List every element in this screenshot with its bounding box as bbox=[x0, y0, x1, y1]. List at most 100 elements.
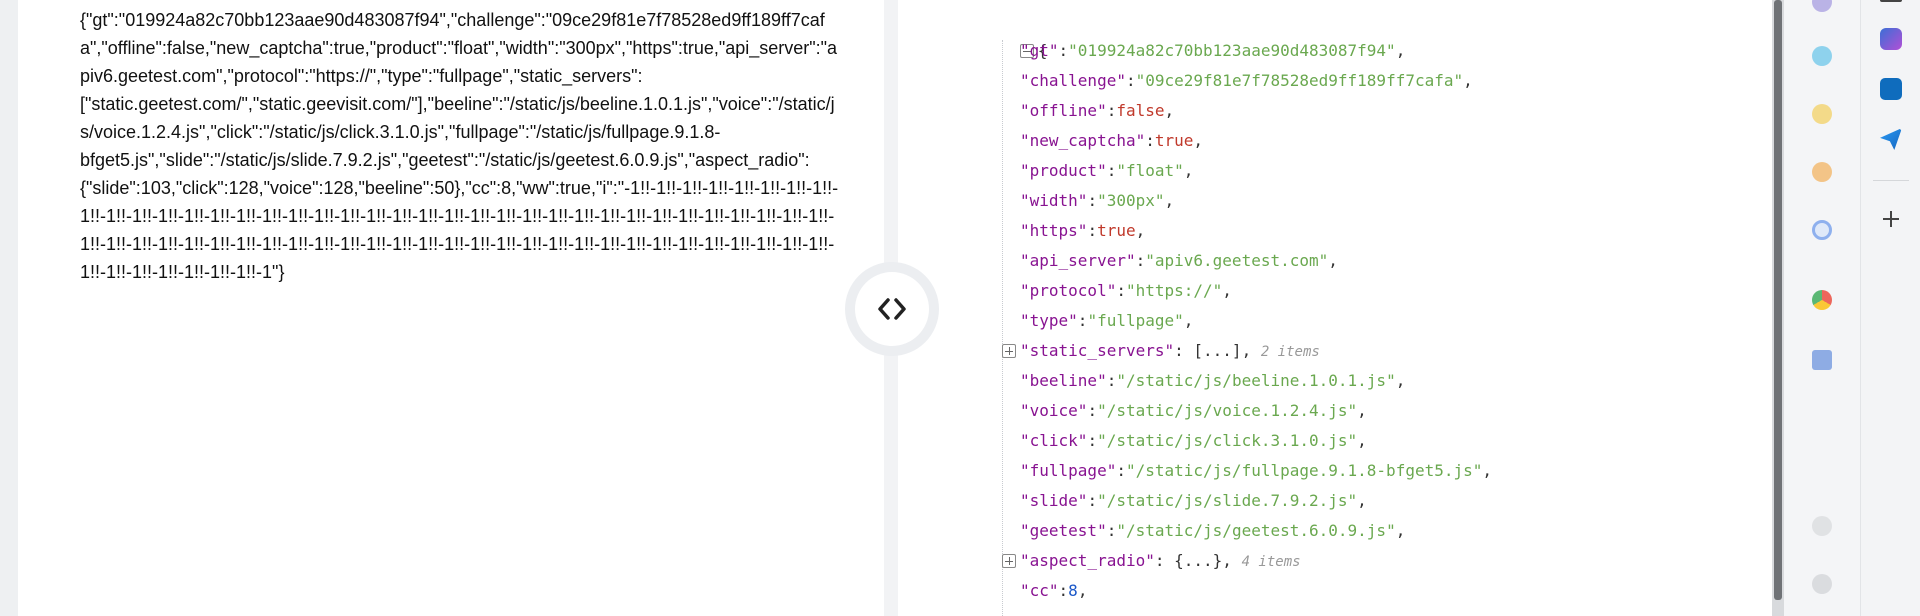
add-icon[interactable] bbox=[1880, 208, 1902, 230]
tree-row[interactable]: "type":"fullpage", bbox=[980, 306, 1492, 336]
tree-value: "/static/js/geetest.6.0.9.js" bbox=[1116, 521, 1396, 540]
comma: , bbox=[1357, 491, 1367, 510]
tree-value: true bbox=[1154, 131, 1194, 150]
item-count: 4 items bbox=[1241, 554, 1301, 570]
colon: : bbox=[1106, 161, 1117, 180]
comma: , bbox=[1135, 221, 1146, 240]
copilot-icon[interactable] bbox=[1880, 28, 1902, 50]
tree-key: "protocol" bbox=[1020, 281, 1117, 300]
tree-value: "fullpage" bbox=[1087, 311, 1184, 330]
comma: , bbox=[1463, 71, 1473, 90]
tree-row[interactable]: "protocol":"https://", bbox=[980, 276, 1492, 306]
comma: , bbox=[1164, 191, 1175, 210]
tree-key: "cc" bbox=[1020, 581, 1059, 600]
expand-icon[interactable] bbox=[1002, 554, 1016, 568]
tree-row[interactable]: "slide":"/static/js/slide.7.9.2.js", bbox=[980, 486, 1492, 516]
comma: , bbox=[1222, 551, 1242, 570]
json-tree-panel[interactable]: { "gt":"019924a82c70bb123aae90d483087f94… bbox=[898, 0, 1772, 616]
raw-json-panel[interactable]: {"gt":"019924a82c70bb123aae90d483087f94"… bbox=[18, 0, 884, 616]
colon: : bbox=[1087, 401, 1098, 420]
tree-row[interactable]: "voice":"/static/js/voice.1.2.4.js", bbox=[980, 396, 1492, 426]
comma: , bbox=[1077, 581, 1088, 600]
tree-value: "019924a82c70bb123aae90d483087f94" bbox=[1068, 41, 1396, 60]
tree-row[interactable]: "cc":8, bbox=[980, 576, 1492, 606]
colon: : bbox=[1058, 581, 1069, 600]
collapsed-value[interactable]: [...] bbox=[1193, 341, 1241, 360]
scrollbar-thumb[interactable] bbox=[1774, 0, 1782, 600]
colon: : bbox=[1145, 131, 1155, 150]
menu-icon[interactable] bbox=[1880, 0, 1902, 2]
graduation-icon[interactable] bbox=[1812, 350, 1832, 370]
comma: , bbox=[1357, 401, 1367, 420]
tree-value: "/static/js/beeline.1.0.1.js" bbox=[1116, 371, 1396, 390]
tree-root-row[interactable]: { bbox=[980, 6, 1492, 60]
extension-icon-5[interactable] bbox=[1812, 220, 1832, 240]
sidebar-divider bbox=[1873, 180, 1909, 181]
tree-key: "geetest" bbox=[1020, 521, 1107, 540]
tree-row[interactable]: "beeline":"/static/js/beeline.1.0.1.js", bbox=[980, 366, 1492, 396]
collapsed-value[interactable]: {...} bbox=[1174, 551, 1222, 570]
tree-row[interactable]: "static_servers": [...], 2 items bbox=[980, 336, 1492, 366]
colon: : bbox=[1116, 461, 1126, 480]
tree-value: false bbox=[1116, 101, 1165, 120]
tree-key: "https" bbox=[1020, 221, 1088, 240]
expand-icon[interactable] bbox=[1002, 344, 1016, 358]
tree-row[interactable]: "aspect_radio": {...}, 4 items bbox=[980, 546, 1492, 576]
colon: : bbox=[1087, 221, 1098, 240]
colon: : bbox=[1106, 521, 1117, 540]
tree-key: "fullpage" bbox=[1020, 461, 1117, 480]
vertical-scrollbar[interactable] bbox=[1772, 0, 1784, 616]
send-icon[interactable] bbox=[1880, 128, 1902, 150]
tree-row[interactable]: "offline":false, bbox=[980, 96, 1492, 126]
tree-row[interactable]: "product":"float", bbox=[980, 156, 1492, 186]
extension-icon-2[interactable] bbox=[1812, 46, 1832, 66]
colon: : bbox=[1077, 311, 1088, 330]
comma: , bbox=[1357, 431, 1367, 450]
tree-row[interactable]: "geetest":"/static/js/geetest.6.0.9.js", bbox=[980, 516, 1492, 546]
extension-icon-4[interactable] bbox=[1812, 162, 1832, 182]
raw-json-text[interactable]: {"gt":"019924a82c70bb123aae90d483087f94"… bbox=[80, 6, 840, 286]
tree-value: "/static/js/slide.7.9.2.js" bbox=[1097, 491, 1358, 510]
tree-value: 8 bbox=[1068, 581, 1078, 600]
extension-column bbox=[1784, 0, 1860, 616]
colon: : bbox=[1087, 491, 1098, 510]
tree-row[interactable]: "challenge":"09ce29f81e7f78528ed9ff189ff… bbox=[980, 66, 1492, 96]
tree-key: "product" bbox=[1020, 161, 1107, 180]
comma: , bbox=[1395, 371, 1406, 390]
extension-icon-1[interactable] bbox=[1812, 0, 1832, 12]
colon: : bbox=[1154, 551, 1175, 570]
tree-row[interactable]: "https":true, bbox=[980, 216, 1492, 246]
tree-key: "gt" bbox=[1020, 41, 1059, 60]
colon: : bbox=[1125, 71, 1136, 90]
outlook-icon[interactable] bbox=[1880, 78, 1902, 100]
tree-key: "slide" bbox=[1020, 491, 1088, 510]
view-toggle[interactable] bbox=[845, 262, 939, 356]
code-brackets-icon bbox=[878, 298, 906, 320]
tree-row[interactable]: "gt":"019924a82c70bb123aae90d483087f94", bbox=[980, 36, 1492, 66]
tree-row[interactable]: "new_captcha":true, bbox=[980, 126, 1492, 156]
tree-row[interactable]: "fullpage":"/static/js/fullpage.9.1.8-bf… bbox=[980, 456, 1492, 486]
tree-key: "aspect_radio" bbox=[1020, 551, 1155, 570]
tree-key: "type" bbox=[1020, 311, 1078, 330]
tree-row[interactable]: "width":"300px", bbox=[980, 186, 1492, 216]
moon-icon[interactable] bbox=[1812, 516, 1832, 536]
extension-icon-3[interactable] bbox=[1812, 104, 1832, 124]
tree-row[interactable]: "click":"/static/js/click.3.1.0.js", bbox=[980, 426, 1492, 456]
colon: : bbox=[1174, 341, 1194, 360]
tree-row[interactable]: "api_server":"apiv6.geetest.com", bbox=[980, 246, 1492, 276]
comma: , bbox=[1241, 341, 1261, 360]
comma: , bbox=[1482, 461, 1493, 480]
tree-key: "challenge" bbox=[1020, 71, 1126, 90]
colon: : bbox=[1106, 371, 1117, 390]
tree-key: "offline" bbox=[1020, 101, 1107, 120]
tree-value: "/static/js/click.3.1.0.js" bbox=[1097, 431, 1358, 450]
tree-key: "click" bbox=[1020, 431, 1088, 450]
left-edge-strip bbox=[0, 0, 18, 616]
chat-icon[interactable] bbox=[1812, 574, 1832, 594]
chrome-icon[interactable] bbox=[1812, 290, 1832, 310]
tree-value: true bbox=[1097, 221, 1136, 240]
tree-key: "beeline" bbox=[1020, 371, 1107, 390]
toggle-button[interactable] bbox=[855, 272, 929, 346]
comma: , bbox=[1222, 281, 1232, 300]
comma: , bbox=[1183, 311, 1194, 330]
